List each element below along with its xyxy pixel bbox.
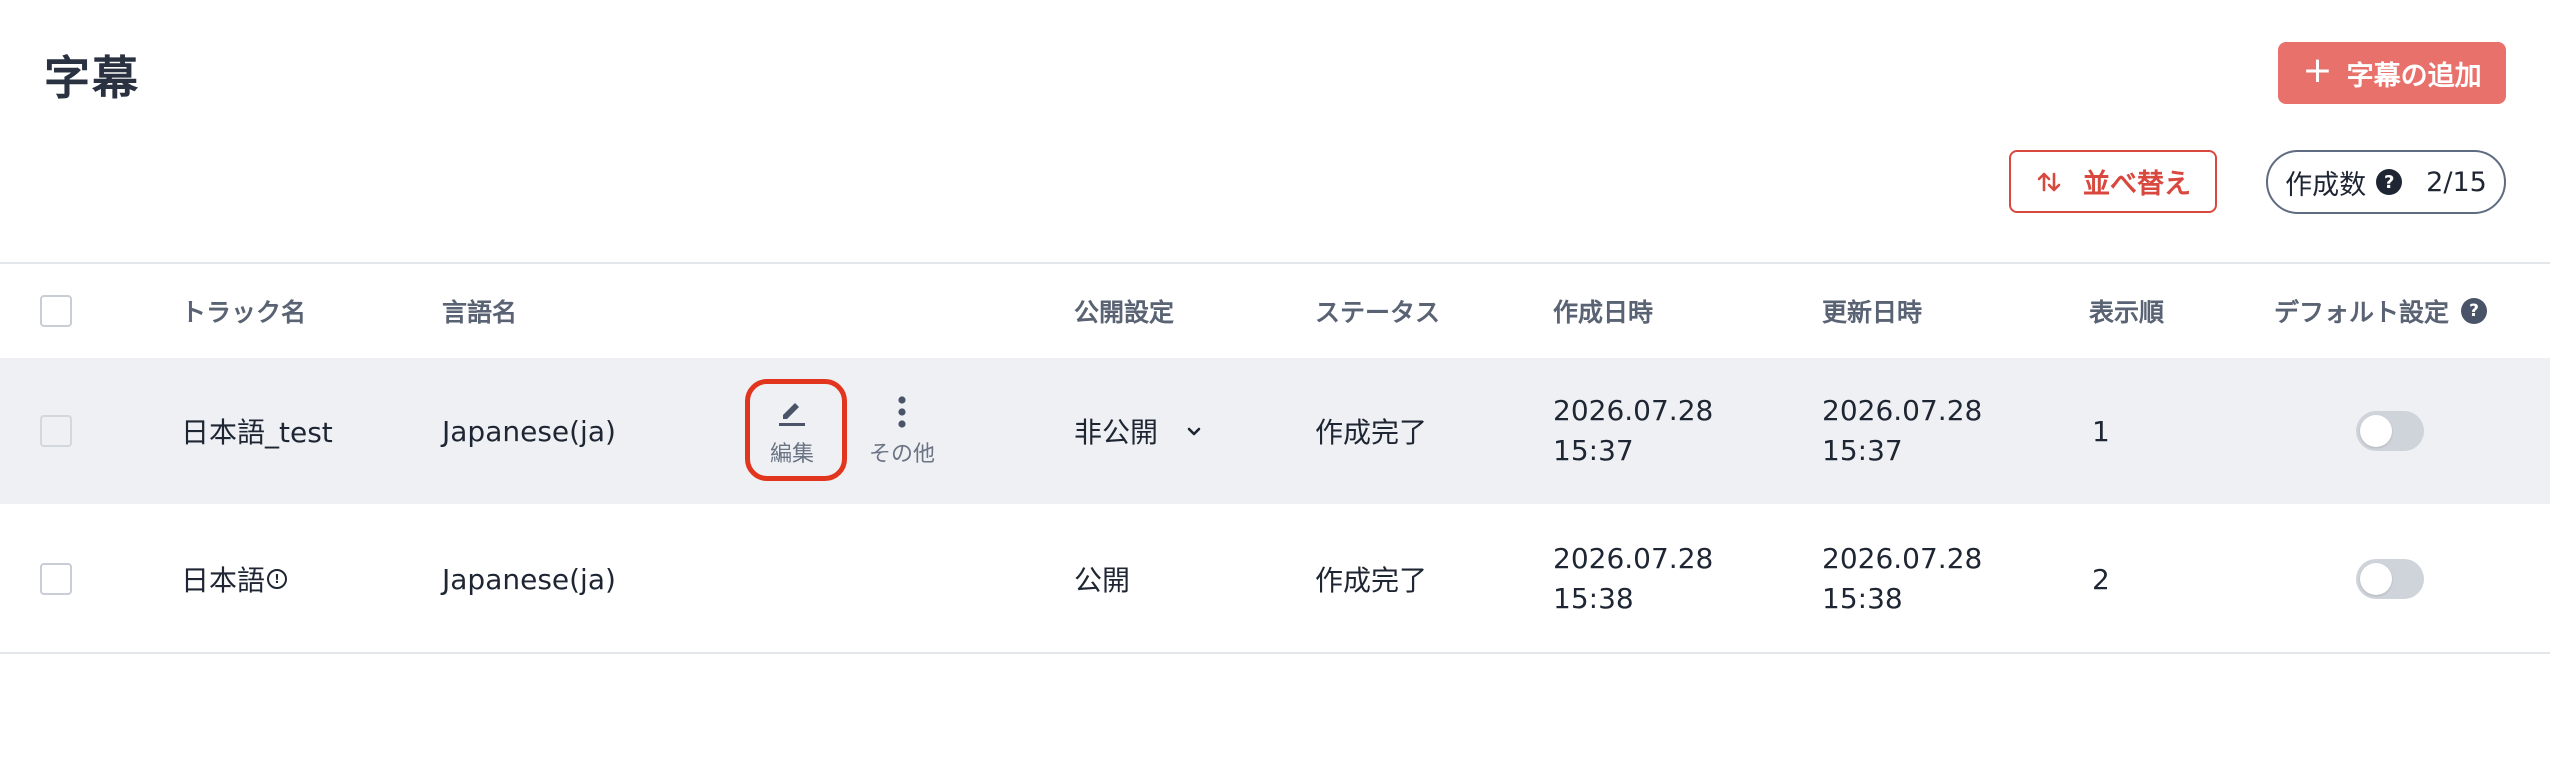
default-toggle[interactable] <box>2356 559 2424 599</box>
table-bottom-divider <box>0 652 2550 654</box>
updated-time: 15:37 <box>1822 434 1903 467</box>
edit-button[interactable]: 編集 <box>770 394 814 468</box>
info-icon[interactable]: ! <box>267 569 288 589</box>
status-value: 作成完了 <box>1315 564 1428 597</box>
creation-count-value: 2/15 <box>2426 166 2487 198</box>
created-time: 15:38 <box>1553 582 1634 615</box>
add-subtitle-button[interactable]: + 字幕の追加 <box>2278 42 2506 104</box>
vertical-dots-icon <box>898 396 906 428</box>
sort-button[interactable]: 並べ替え <box>2009 150 2217 213</box>
more-button[interactable]: その他 <box>869 394 935 468</box>
language-name: Japanese(ja) <box>442 562 616 596</box>
column-header-visibility[interactable]: 公開設定 <box>1074 264 1174 358</box>
created-datetime: 2026.07.28 15:37 <box>1553 391 1713 471</box>
row-checkbox[interactable] <box>40 415 72 447</box>
creation-count: 作成数 ? 2/15 <box>2266 150 2506 214</box>
plus-icon: + <box>2302 50 2333 91</box>
created-datetime: 2026.07.28 15:38 <box>1553 539 1713 619</box>
created-date: 2026.07.28 <box>1553 542 1714 575</box>
updated-datetime: 2026.07.28 15:37 <box>1822 391 1982 471</box>
visibility-select[interactable]: 非公開 <box>1074 358 1204 504</box>
sort-label: 並べ替え <box>2083 169 2191 200</box>
edit-label: 編集 <box>770 442 815 467</box>
table-row[interactable]: 日本語 ! Japanese(ja) 公開 作成完了 2026.07.28 15… <box>0 506 2550 652</box>
row-checkbox[interactable] <box>40 563 72 595</box>
column-header-status[interactable]: ステータス <box>1315 264 1440 358</box>
add-subtitle-label: 字幕の追加 <box>2346 60 2482 92</box>
sort-arrows-icon <box>2037 172 2061 191</box>
visibility-value: 非公開 <box>1074 416 1159 449</box>
more-label: その他 <box>869 442 936 467</box>
column-header-updated[interactable]: 更新日時 <box>1822 264 1922 358</box>
updated-time: 15:38 <box>1822 582 1903 615</box>
table-row[interactable]: 日本語_test Japanese(ja) 編集 その他 非公開 作成完了 20… <box>0 358 2550 504</box>
created-date: 2026.07.28 <box>1553 394 1714 427</box>
visibility-value: 公開 <box>1074 564 1131 597</box>
column-header-track-name[interactable]: トラック名 <box>181 264 306 358</box>
chevron-down-icon <box>1187 427 1201 436</box>
help-icon[interactable]: ? <box>2461 298 2488 324</box>
status-value: 作成完了 <box>1315 416 1428 449</box>
subtitles-page: 字幕 + 字幕の追加 並べ替え 作成数 ? 2/15 トラック名 言語名 公開設… <box>0 0 2550 766</box>
table-header: トラック名 言語名 公開設定 ステータス 作成日時 更新日時 表示順 デフォルト… <box>0 264 2550 358</box>
track-name: 日本語_test <box>181 416 333 449</box>
language-name: Japanese(ja) <box>442 414 616 448</box>
pencil-icon <box>779 403 805 426</box>
default-toggle[interactable] <box>2356 411 2424 451</box>
column-header-default[interactable]: デフォルト設定 ? <box>2274 264 2488 358</box>
select-all-checkbox[interactable] <box>40 295 72 327</box>
track-name-label: 日本語 <box>181 564 266 597</box>
display-order: 1 <box>2092 414 2110 448</box>
column-header-default-label: デフォルト設定 <box>2274 298 2450 327</box>
display-order: 2 <box>2092 562 2110 596</box>
creation-count-label: 作成数 <box>2285 169 2367 201</box>
column-header-created[interactable]: 作成日時 <box>1553 264 1653 358</box>
column-header-order[interactable]: 表示順 <box>2089 264 2164 358</box>
updated-date: 2026.07.28 <box>1822 542 1983 575</box>
column-header-language[interactable]: 言語名 <box>442 264 517 358</box>
updated-date: 2026.07.28 <box>1822 394 1983 427</box>
help-icon[interactable]: ? <box>2376 169 2403 195</box>
page-title: 字幕 <box>44 51 140 105</box>
track-name: 日本語 ! <box>181 506 288 652</box>
created-time: 15:37 <box>1553 434 1634 467</box>
updated-datetime: 2026.07.28 15:38 <box>1822 539 1982 619</box>
